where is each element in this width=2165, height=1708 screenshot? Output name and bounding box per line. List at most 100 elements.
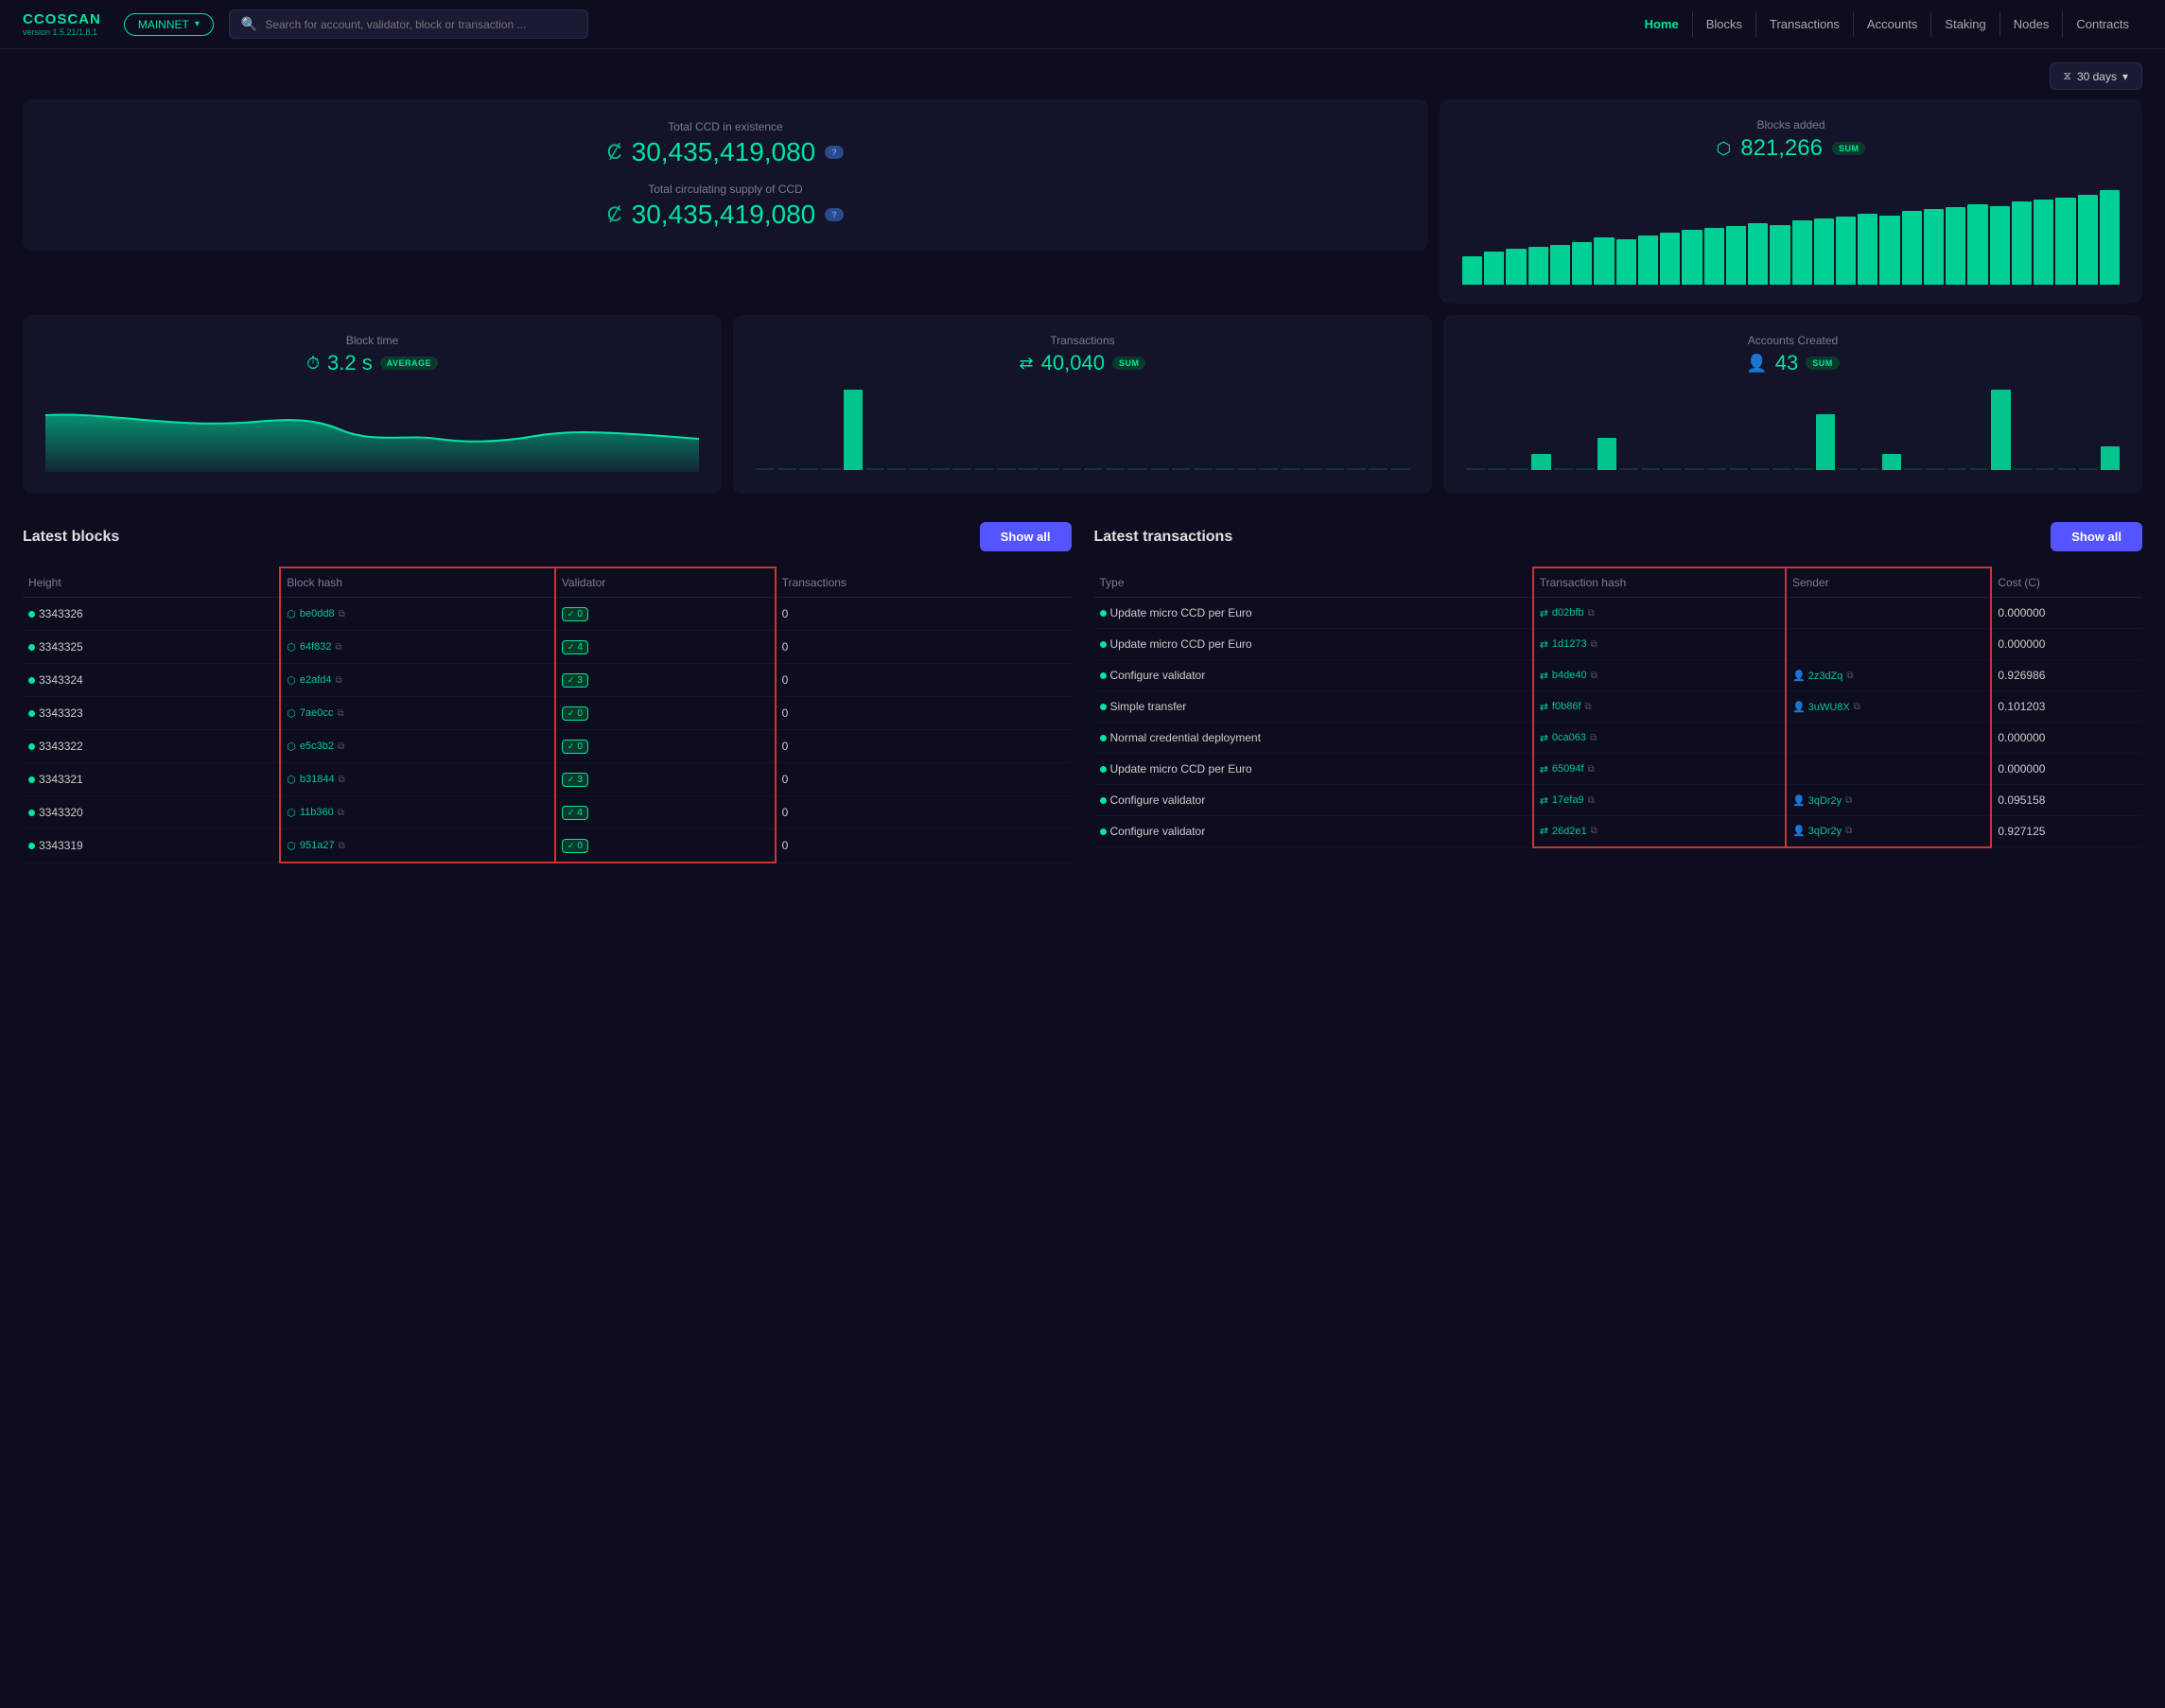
hash-link[interactable]: e5c3b2 (300, 741, 334, 752)
hash-link[interactable]: d02bfb (1552, 607, 1584, 619)
hash-link[interactable]: f0b86f (1552, 701, 1581, 712)
table-row[interactable]: Update micro CCD per Euro ⇄ 1d1273 ⧉ 0.0… (1094, 629, 2143, 660)
nav-contracts[interactable]: Contracts (2063, 11, 2142, 37)
table-row[interactable]: 3343322 ⬡ e5c3b2 ⧉ ✓0 0 (23, 730, 1072, 763)
nav-blocks[interactable]: Blocks (1693, 11, 1756, 37)
copy-icon[interactable]: ⧉ (339, 775, 345, 785)
table-row[interactable]: 3343326 ⬡ be0dd8 ⧉ ✓0 0 (23, 598, 1072, 631)
hash-link[interactable]: 17efa9 (1552, 794, 1584, 806)
latest-blocks-panel: Latest blocks Show all Height Block hash… (23, 522, 1072, 863)
network-selector[interactable]: MAINNET ▾ (124, 13, 214, 36)
sender-link[interactable]: 👤 3qDr2y ⧉ (1792, 794, 1984, 807)
tx-sender: 👤 3uWU8X ⧉ (1786, 691, 1991, 723)
copy-icon[interactable]: ⧉ (1591, 639, 1598, 650)
copy-icon[interactable]: ⧉ (339, 841, 345, 851)
chevron-down-icon: ▾ (195, 19, 200, 29)
copy-icon[interactable]: ⧉ (339, 609, 345, 619)
blocks-bar-chart (1462, 171, 2120, 285)
copy-icon[interactable]: ⧉ (1585, 702, 1592, 712)
copy-icon[interactable]: ⧉ (1588, 608, 1595, 619)
hash-link[interactable]: e2afd4 (300, 674, 332, 686)
table-row[interactable]: 3343320 ⬡ 11b360 ⧉ ✓4 0 (23, 796, 1072, 829)
table-row[interactable]: Configure validator ⇄ 17efa9 ⧉ 👤 3qDr2y … (1094, 785, 2143, 816)
filter-icon: ⧖ (2064, 69, 2071, 83)
transactions-badge: SUM (1112, 357, 1146, 370)
search-input[interactable] (265, 18, 576, 31)
bar (1660, 233, 1680, 285)
copy-icon[interactable]: ⧉ (1590, 733, 1597, 743)
table-row[interactable]: 3343319 ⬡ 951a27 ⧉ ✓0 0 (23, 829, 1072, 863)
copy-icon[interactable]: ⧉ (336, 642, 342, 653)
search-icon: 🔍 (241, 16, 257, 32)
sender-link[interactable]: 👤 3qDr2y ⧉ (1792, 825, 1984, 837)
copy-icon[interactable]: ⧉ (338, 741, 344, 752)
copy-icon[interactable]: ⧉ (338, 808, 344, 818)
txs-table-header: Latest transactions Show all (1094, 522, 2143, 551)
block-icon: ⬡ (287, 641, 296, 654)
table-row[interactable]: 3343325 ⬡ 64f832 ⧉ ✓4 0 (23, 631, 1072, 664)
filter-bar: ⧖ 30 days ▾ (23, 49, 2142, 99)
copy-icon[interactable]: ⧉ (1845, 826, 1852, 836)
hash-link[interactable]: 7ae0cc (300, 707, 333, 719)
total-ccd-label: Total CCD in existence (45, 120, 1406, 133)
blocks-added-value: ⬡ 821,266 SUM (1462, 135, 2120, 162)
copy-icon[interactable]: ⧉ (1588, 795, 1595, 806)
blocks-thead: Height Block hash Validator Transactions (23, 567, 1072, 598)
copy-icon[interactable]: ⧉ (1591, 826, 1598, 836)
hash-link[interactable]: b4de40 (1552, 670, 1587, 681)
copy-icon[interactable]: ⧉ (1854, 702, 1860, 712)
hash-link[interactable]: 11b360 (300, 807, 334, 818)
tx-count: 0 (776, 730, 1072, 763)
check-icon: ✓ (567, 841, 575, 851)
nav-accounts[interactable]: Accounts (1854, 11, 1931, 37)
hash-link[interactable]: 64f832 (300, 641, 332, 653)
table-row[interactable]: Simple transfer ⇄ f0b86f ⧉ 👤 3uWU8X ⧉ 0.… (1094, 691, 2143, 723)
copy-icon[interactable]: ⧉ (1845, 795, 1852, 806)
mini-bar (1904, 468, 1923, 470)
txs-show-all-button[interactable]: Show all (2051, 522, 2142, 551)
copy-icon[interactable]: ⧉ (1846, 671, 1853, 681)
sender-link[interactable]: 👤 3uWU8X ⧉ (1792, 701, 1984, 713)
copy-icon[interactable]: ⧉ (337, 708, 343, 719)
table-row[interactable]: Configure validator ⇄ 26d2e1 ⧉ 👤 3qDr2y … (1094, 816, 2143, 847)
hash-link[interactable]: b31844 (300, 774, 335, 785)
block-time-card: Block time ⏱ 3.2 s AVERAGE (23, 315, 722, 494)
table-row[interactable]: Update micro CCD per Euro ⇄ 65094f ⧉ 0.0… (1094, 754, 2143, 785)
copy-icon[interactable]: ⧉ (1588, 764, 1595, 775)
hash-link[interactable]: 0ca063 (1552, 732, 1586, 743)
transactions-card: Transactions ⇄ 40,040 SUM (733, 315, 1432, 494)
mini-bar (1466, 468, 1485, 470)
hash-link[interactable]: 26d2e1 (1552, 826, 1587, 837)
mini-bar (756, 468, 775, 470)
table-row[interactable]: 3343321 ⬡ b31844 ⧉ ✓3 0 (23, 763, 1072, 796)
table-row[interactable]: 3343324 ⬡ e2afd4 ⧉ ✓3 0 (23, 664, 1072, 697)
hash-link[interactable]: 951a27 (300, 840, 335, 851)
mini-bar (1172, 468, 1191, 470)
tx-icon: ⇄ (1540, 607, 1548, 619)
hash-link[interactable]: 65094f (1552, 763, 1584, 775)
blocks-show-all-button[interactable]: Show all (980, 522, 1072, 551)
tx-hash: ⇄ f0b86f ⧉ (1533, 691, 1786, 723)
latest-transactions-panel: Latest transactions Show all Type Transa… (1094, 522, 2143, 863)
table-row[interactable]: 3343323 ⬡ 7ae0cc ⧉ ✓0 0 (23, 697, 1072, 730)
filter-button[interactable]: ⧖ 30 days ▾ (2050, 62, 2143, 90)
nav-nodes[interactable]: Nodes (2000, 11, 2064, 37)
nav-transactions[interactable]: Transactions (1756, 11, 1854, 37)
mini-bar (1325, 468, 1344, 470)
tx-icon: ⇄ (1540, 825, 1548, 837)
block-hash: ⬡ 7ae0cc ⧉ (280, 697, 555, 730)
hash-link[interactable]: 1d1273 (1552, 638, 1587, 650)
table-row[interactable]: Update micro CCD per Euro ⇄ d02bfb ⧉ 0.0… (1094, 598, 2143, 629)
mini-bar (1860, 468, 1879, 470)
sender-link[interactable]: 👤 2z3dZq ⧉ (1792, 670, 1984, 682)
check-icon: ✓ (567, 675, 575, 686)
copy-icon[interactable]: ⧉ (1591, 671, 1598, 681)
table-row[interactable]: Configure validator ⇄ b4de40 ⧉ 👤 2z3dZq … (1094, 660, 2143, 691)
hash-link[interactable]: be0dd8 (300, 608, 335, 619)
nav-home[interactable]: Home (1632, 11, 1693, 37)
copy-icon[interactable]: ⧉ (336, 675, 342, 686)
network-label: MAINNET (138, 18, 189, 31)
table-row[interactable]: Normal credential deployment ⇄ 0ca063 ⧉ … (1094, 723, 2143, 754)
bar (1704, 228, 1724, 285)
nav-staking[interactable]: Staking (1931, 11, 1999, 37)
